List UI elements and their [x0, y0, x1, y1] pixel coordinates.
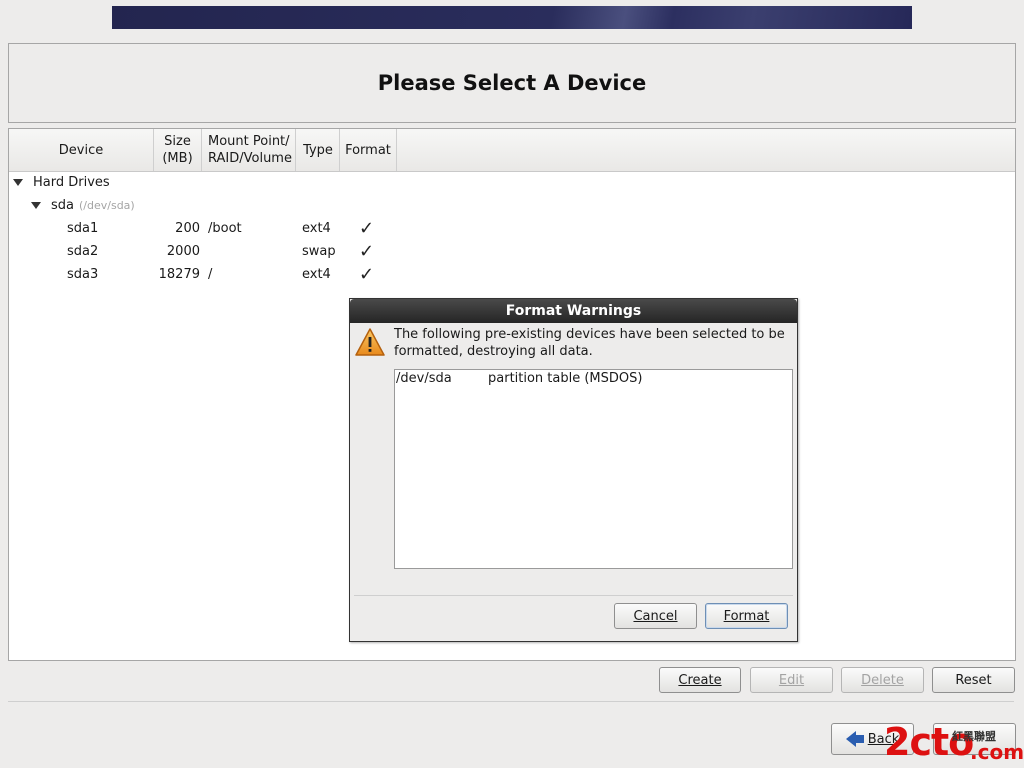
column-format[interactable]: Format: [340, 129, 397, 171]
cell-size: 18279: [158, 266, 200, 282]
column-mount-point[interactable]: Mount Point/RAID/Volume: [202, 129, 296, 171]
cell-device: sda3: [67, 266, 99, 282]
reset-button[interactable]: Reset: [932, 667, 1015, 693]
page-header: Please Select A Device: [8, 43, 1016, 123]
column-device[interactable]: Device: [9, 129, 154, 171]
cell-size: 200: [175, 220, 200, 236]
group-label: Hard Drives: [33, 174, 110, 190]
formatted-devices-list[interactable]: /dev/sda partition table (MSDOS): [394, 369, 793, 569]
format-button[interactable]: Format: [705, 603, 788, 629]
site-watermark: 2cto 紅黑聯盟 .com: [884, 716, 1024, 768]
dialog-divider: [354, 595, 793, 596]
cancel-button[interactable]: Cancel: [614, 603, 697, 629]
cell-mount: /: [208, 266, 213, 282]
column-size-line1: Size: [164, 134, 191, 149]
edit-button[interactable]: Edit: [750, 667, 833, 693]
table-row-sda3[interactable]: sda3 18279 / ext4 ✓: [9, 263, 409, 285]
create-button[interactable]: Create: [659, 667, 741, 693]
cell-size: 2000: [166, 243, 200, 259]
column-size[interactable]: Size (MB): [154, 129, 202, 171]
reset-button-label: Reset: [955, 672, 992, 688]
edit-button-label: Edit: [778, 672, 805, 688]
tree-row-hard-drives[interactable]: Hard Drives: [13, 171, 110, 193]
format-check-icon: ✓: [359, 217, 375, 239]
dialog-title: Format Warnings: [350, 299, 797, 323]
list-item-desc: partition table (MSDOS): [488, 371, 643, 386]
format-check-icon: ✓: [359, 240, 375, 262]
cell-type: ext4: [302, 220, 331, 236]
expander-triangle-icon[interactable]: [31, 201, 41, 209]
cell-type: ext4: [302, 266, 331, 282]
warning-icon: [355, 328, 385, 356]
tree-row-sda[interactable]: sda (/dev/sda): [31, 194, 135, 216]
page-title: Please Select A Device: [377, 71, 647, 95]
disk-name: sda: [51, 197, 74, 213]
dialog-message: The following pre-existing devices have …: [394, 327, 785, 359]
delete-button-label: Delete: [861, 672, 904, 688]
cell-mount: /boot: [208, 220, 242, 236]
cell-device: sda2: [67, 243, 99, 259]
expander-triangle-icon[interactable]: [13, 178, 23, 186]
watermark-domain: .com: [970, 740, 1024, 764]
column-size-line2: (MB): [162, 151, 193, 166]
create-button-label: Create: [678, 672, 722, 688]
table-row-sda2[interactable]: sda2 2000 swap ✓: [9, 240, 409, 262]
disk-path: (/dev/sda): [79, 198, 135, 212]
table-header: Device Size (MB) Mount Point/RAID/Volume …: [9, 129, 1015, 172]
delete-button[interactable]: Delete: [841, 667, 924, 693]
cell-device: sda1: [67, 220, 99, 236]
column-mount-line1: Mount Point/: [208, 134, 290, 149]
format-button-label: Format: [723, 608, 770, 624]
back-arrow-icon: [845, 731, 864, 747]
format-warnings-dialog: Format Warnings The following pre-existi…: [349, 298, 798, 642]
list-item-path: /dev/sda: [396, 371, 452, 386]
column-mount-line2: RAID/Volume: [208, 151, 292, 166]
header-banner: [112, 6, 912, 29]
cell-type: swap: [302, 243, 336, 259]
table-row-sda1[interactable]: sda1 200 /boot ext4 ✓: [9, 217, 409, 239]
column-type[interactable]: Type: [297, 129, 340, 171]
format-check-icon: ✓: [359, 263, 375, 285]
cancel-button-label: Cancel: [633, 608, 678, 624]
bottom-divider: [8, 701, 1014, 702]
